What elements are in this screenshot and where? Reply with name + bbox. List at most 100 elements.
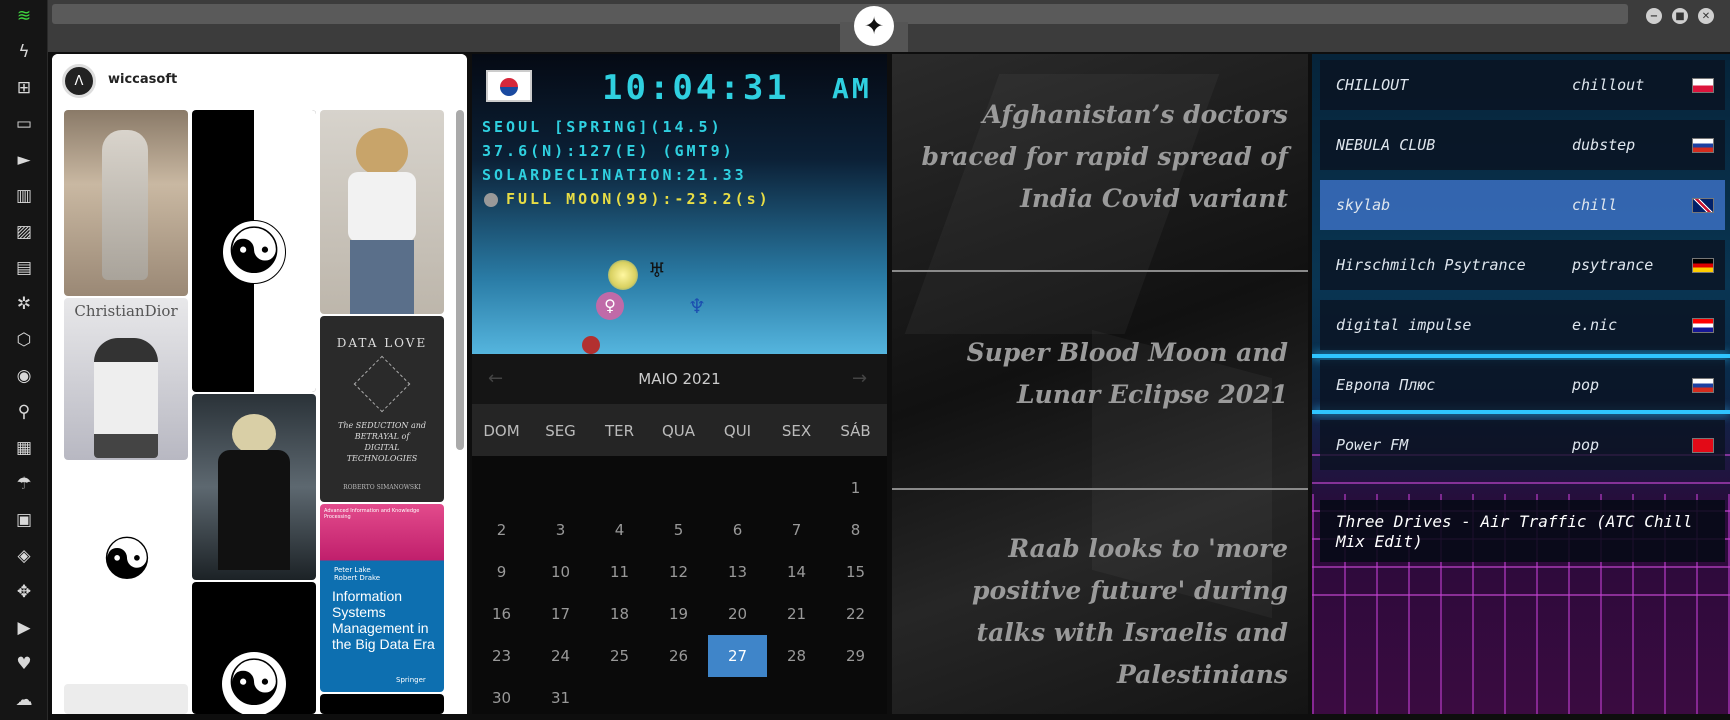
clock-ampm: AM (832, 72, 872, 105)
calendar-day[interactable]: 5 (649, 509, 708, 551)
calendar-day[interactable]: 22 (826, 593, 885, 635)
cloud-icon[interactable]: ☁ (12, 688, 36, 712)
calendar-day[interactable]: 4 (590, 509, 649, 551)
pin-photo[interactable] (64, 684, 188, 714)
globe-icon[interactable]: ◉ (12, 364, 36, 388)
pin-photo[interactable] (320, 694, 444, 714)
calendar-day[interactable]: 24 (531, 635, 590, 677)
radio-station[interactable]: skylab chill (1320, 180, 1725, 230)
station-name: NEBULA CLUB (1336, 136, 1436, 154)
flag-icon (1692, 258, 1714, 273)
calendar-day[interactable]: 6 (708, 509, 767, 551)
calendar-day[interactable]: 10 (531, 551, 590, 593)
heart-icon[interactable]: ♥ (12, 652, 36, 676)
calendar-day[interactable]: 17 (531, 593, 590, 635)
close-button[interactable]: ✕ (1698, 8, 1714, 24)
radio-station[interactable]: CHILLOUT chillout (1320, 60, 1725, 110)
wifi-icon[interactable]: ≋ (12, 4, 36, 28)
username[interactable]: wiccasoft (108, 72, 177, 87)
expand-icon[interactable]: ✥ (12, 580, 36, 604)
south-korea-flag-icon[interactable] (486, 70, 532, 102)
news-icon[interactable]: ▤ (12, 256, 36, 280)
headline[interactable]: Raab looks to 'more positive future' dur… (898, 528, 1288, 696)
contacts-icon[interactable]: ▣ (12, 508, 36, 532)
code-icon[interactable]: ◈ (12, 544, 36, 568)
minimize-button[interactable]: − (1646, 8, 1662, 24)
umbrella-icon[interactable]: ☂ (12, 472, 36, 496)
weekday-label: SEG (545, 422, 576, 440)
calendar-day[interactable]: 3 (531, 509, 590, 551)
calendar-header: ← MAIO 2021 → (472, 354, 887, 404)
book-series: Advanced Information and Knowledge Proce… (324, 508, 420, 520)
calendar-day[interactable]: 1 (826, 467, 885, 509)
neptune-icon: ♆ (688, 294, 706, 318)
book-publisher: Springer (396, 676, 426, 684)
weekday-label: SEX (781, 422, 812, 440)
pin-photo[interactable] (192, 394, 316, 580)
radio-station[interactable]: digital impulse e.nic (1320, 300, 1725, 350)
archive-icon[interactable]: ▭ (12, 112, 36, 136)
avatar[interactable]: Λ (62, 64, 96, 98)
now-playing-title: Three Drives - Air Traffic (ATC Chill Mi… (1336, 512, 1693, 551)
search-icon[interactable]: ⚲ (12, 400, 36, 424)
calendar-day-selected[interactable]: 27 (708, 635, 767, 677)
pin-yinyang[interactable]: ☯ (192, 582, 316, 714)
flag-icon (1692, 378, 1714, 393)
address-bar[interactable] (52, 4, 1628, 24)
radio-station[interactable]: Power FM pop (1320, 420, 1725, 470)
calendar-day[interactable]: 12 (649, 551, 708, 593)
bolt-icon[interactable]: ϟ (12, 40, 36, 64)
calendar-day[interactable]: 31 (531, 677, 590, 719)
map-book-icon[interactable]: ▥ (12, 184, 36, 208)
calendar-day[interactable]: 11 (590, 551, 649, 593)
calendar-day[interactable]: 2 (472, 509, 531, 551)
solar-declination: SOLARDECLINATION:21.33 (482, 166, 747, 184)
calendar-day[interactable]: 18 (590, 593, 649, 635)
pin-yinyang[interactable]: ☯ (64, 470, 188, 650)
pin-photo[interactable] (64, 110, 188, 296)
radio-station[interactable]: NEBULA CLUB dubstep (1320, 120, 1725, 170)
windows-icon[interactable]: ⊞ (12, 76, 36, 100)
radio-panel: Three Drives - Air Traffic (ATC Chill Mi… (1312, 54, 1730, 714)
calendar-day[interactable]: 16 (472, 593, 531, 635)
image-icon[interactable]: ▨ (12, 220, 36, 244)
calendar-day[interactable]: 13 (708, 551, 767, 593)
calendar-day[interactable]: 19 (649, 593, 708, 635)
weekday-label: SÁB (840, 422, 871, 440)
youtube-icon[interactable]: ▶ (12, 616, 36, 640)
calendar-day[interactable]: 23 (472, 635, 531, 677)
yin-yang-icon: ☯ (222, 652, 286, 714)
play-icon[interactable]: ► (12, 148, 36, 172)
maximize-button[interactable]: ■ (1672, 8, 1688, 24)
headline[interactable]: Afghanistan’s doctors braced for rapid s… (918, 94, 1288, 220)
calendar-day[interactable]: 21 (767, 593, 826, 635)
radio-station[interactable]: Hirschmilch Psytrance psytrance (1320, 240, 1725, 290)
pin-book-information-systems[interactable]: Advanced Information and Knowledge Proce… (320, 504, 444, 692)
pin-photo[interactable] (320, 110, 444, 314)
calendar-day[interactable]: 9 (472, 551, 531, 593)
rebel-logo-icon[interactable]: ✦ (854, 6, 894, 46)
calendar-day[interactable]: 20 (708, 593, 767, 635)
rebel-icon[interactable]: ✲ (12, 292, 36, 316)
calendar-day[interactable]: 29 (826, 635, 885, 677)
calendar-day[interactable]: 25 (590, 635, 649, 677)
calendar-day[interactable]: 7 (767, 509, 826, 551)
hexagon-icon[interactable]: ⬡ (12, 328, 36, 352)
pin-photo[interactable]: ChristianDior (64, 298, 188, 460)
pin-book-data-love[interactable]: DATA LOVE The SEDUCTION and BETRAYAL of … (320, 316, 444, 502)
calendar-day[interactable]: 26 (649, 635, 708, 677)
book-title: Information Systems Management in the Bi… (332, 588, 435, 652)
calendar-day[interactable]: 28 (767, 635, 826, 677)
calendar-day[interactable]: 15 (826, 551, 885, 593)
pin-yinyang[interactable]: ☯ (192, 110, 316, 392)
scrollbar[interactable] (456, 110, 464, 450)
station-genre: pop (1572, 376, 1600, 394)
map-icon[interactable]: ▦ (12, 436, 36, 460)
calendar-day[interactable]: 30 (472, 677, 531, 719)
next-month-button[interactable]: → (852, 368, 867, 389)
calendar-day[interactable]: 8 (826, 509, 885, 551)
pinterest-panel: Λ wiccasoft ChristianDior ☯ ☯ ☯ DATA LOV… (52, 54, 467, 714)
headline[interactable]: Super Blood Moon and Lunar Eclipse 2021 (918, 332, 1288, 416)
calendar-day[interactable]: 14 (767, 551, 826, 593)
radio-station[interactable]: Европа Плюс pop (1320, 360, 1725, 410)
